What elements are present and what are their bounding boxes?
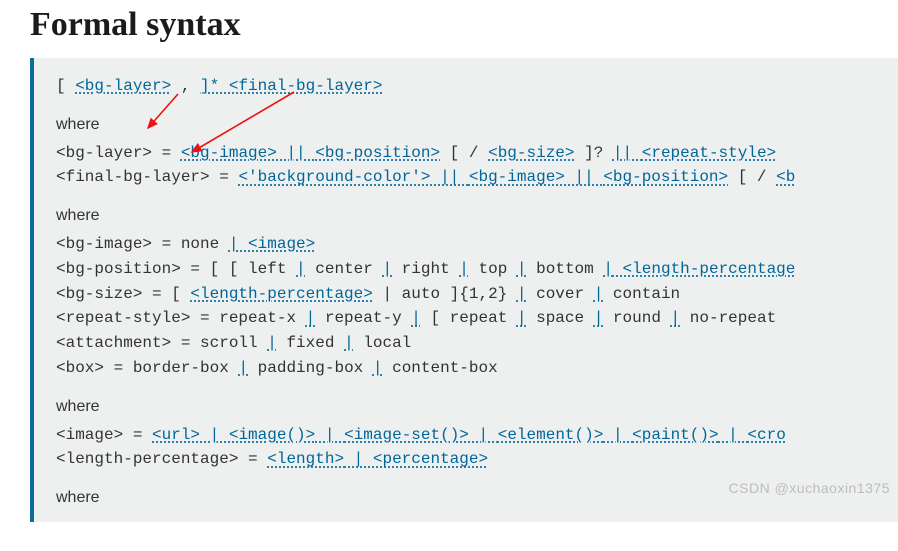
def-image: <image> = <url> | <image()> | <image-set… <box>56 423 898 448</box>
link-percentage[interactable]: <percentage> <box>373 450 488 468</box>
dbar-op[interactable]: || <box>277 144 315 162</box>
bar-op[interactable]: | <box>671 309 681 327</box>
link-length[interactable]: <length> <box>267 450 344 468</box>
bar-op[interactable]: | <box>315 426 344 444</box>
link-bg-image[interactable]: <bg-image> <box>469 168 565 186</box>
link-length-percentage[interactable]: <length-percentage> <box>190 285 372 303</box>
link-bg-size[interactable]: <bg-size> <box>488 144 574 162</box>
link-paint[interactable]: <paint()> <box>632 426 718 444</box>
def-attachment: <attachment> = scroll | fixed | local <box>56 331 898 356</box>
bar-op[interactable]: | <box>344 334 354 352</box>
bar-op[interactable]: | <box>411 309 421 327</box>
def-bg-size: <bg-size> = [ <length-percentage> | auto… <box>56 282 898 307</box>
bar-op[interactable]: | <box>306 309 316 327</box>
bar-op[interactable]: | <box>603 426 632 444</box>
where-label: where <box>56 204 898 229</box>
where-label: where <box>56 113 898 138</box>
link-bg-position[interactable]: <bg-position> <box>603 168 728 186</box>
dbar-op[interactable]: || <box>565 168 603 186</box>
dbar-op[interactable]: || <box>613 144 642 162</box>
bar-op[interactable]: | <box>517 309 527 327</box>
def-box: <box> = border-box | padding-box | conte… <box>56 356 898 381</box>
link-image-fn[interactable]: <image()> <box>229 426 315 444</box>
bar-op[interactable]: | <box>200 426 229 444</box>
bar-op[interactable]: | <box>382 260 392 278</box>
link-bg-position[interactable]: <bg-position> <box>315 144 440 162</box>
page-title: Formal syntax <box>30 6 898 44</box>
link-length-percentage[interactable]: <length-percentage <box>613 260 795 278</box>
dbar-op[interactable]: || <box>430 168 468 186</box>
link-cut[interactable]: <b <box>776 168 795 186</box>
bar-op[interactable]: | <box>238 359 248 377</box>
bar-op[interactable]: | <box>344 450 373 468</box>
bar-op[interactable]: | <box>719 426 748 444</box>
formal-syntax-panel: [ <bg-layer> , ]* <final-bg-layer> where… <box>30 58 898 522</box>
def-bg-image: <bg-image> = none | <image> <box>56 232 898 257</box>
bar-op[interactable]: | <box>517 260 527 278</box>
watermark: CSDN @xuchaoxin1375 <box>729 478 890 500</box>
link-element[interactable]: <element()> <box>498 426 604 444</box>
bar-op[interactable]: | <box>459 260 469 278</box>
def-final-bg-layer: <final-bg-layer> = <'background-color'> … <box>56 165 898 190</box>
link-image-set[interactable]: <image-set()> <box>344 426 469 444</box>
def-repeat-style: <repeat-style> = repeat-x | repeat-y | [… <box>56 306 898 331</box>
link-cut[interactable]: <cro <box>747 426 785 444</box>
link-background-color[interactable]: <'background-color'> <box>238 168 430 186</box>
syntax-summary-line: [ <bg-layer> , ]* <final-bg-layer> <box>56 74 898 99</box>
link-repeat-style[interactable]: <repeat-style> <box>642 144 776 162</box>
bar-op[interactable]: | <box>594 309 604 327</box>
link-url[interactable]: <url> <box>152 426 200 444</box>
bar-op[interactable]: | <box>594 285 604 303</box>
link-bg-image[interactable]: <bg-image> <box>181 144 277 162</box>
bar-op[interactable]: | <box>517 285 527 303</box>
bar-op[interactable]: | <box>267 334 277 352</box>
link-bg-layer[interactable]: <bg-layer> <box>75 77 171 95</box>
link-repeat-op[interactable]: ]* <box>200 77 229 95</box>
def-length-percentage: <length-percentage> = <length> | <percen… <box>56 447 898 472</box>
bar-op[interactable]: | <box>229 235 248 253</box>
link-final-bg-layer[interactable]: <final-bg-layer> <box>229 77 383 95</box>
def-bg-layer: <bg-layer> = <bg-image> || <bg-position>… <box>56 141 898 166</box>
bar-op[interactable]: | <box>296 260 306 278</box>
link-image[interactable]: <image> <box>248 235 315 253</box>
where-label: where <box>56 395 898 420</box>
bar-op[interactable]: | <box>469 426 498 444</box>
def-bg-position: <bg-position> = [ [ left | center | righ… <box>56 257 898 282</box>
bar-op[interactable]: | <box>603 260 613 278</box>
